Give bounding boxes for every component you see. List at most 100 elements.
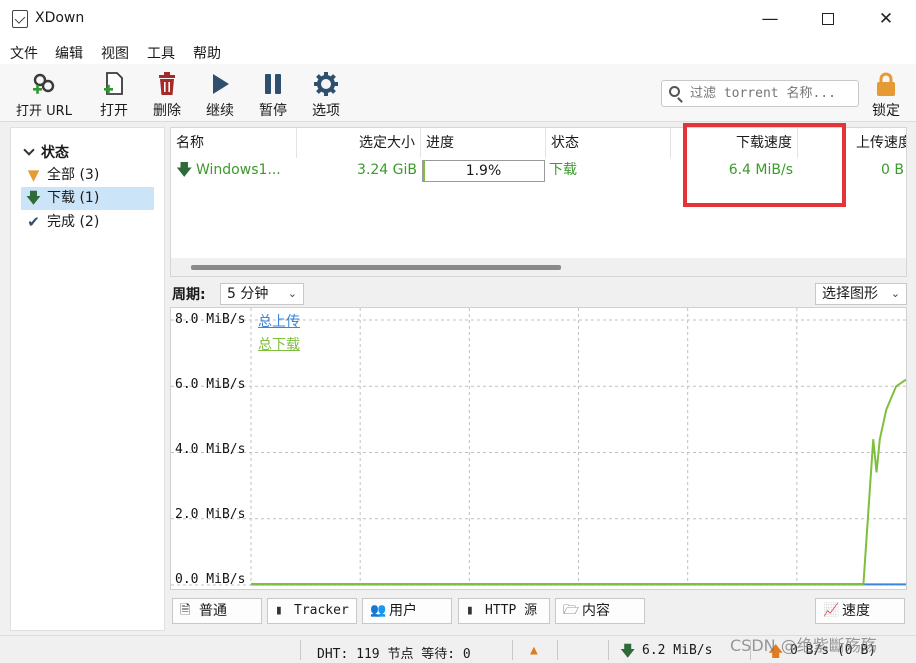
status-separator	[512, 640, 513, 660]
menu-view[interactable]: 视图	[101, 43, 129, 63]
horizontal-scrollbar[interactable]	[171, 258, 906, 276]
menu-tools[interactable]: 工具	[147, 43, 175, 63]
sidebar-item-downloading[interactable]: 🡇 下载 (1)	[21, 187, 154, 210]
lock-label: 锁定	[872, 103, 900, 119]
sidebar-item-label: 全部 (3)	[47, 167, 100, 183]
y-tick-label: 4.0 MiB/s	[175, 442, 246, 457]
open-button[interactable]: 打开	[86, 70, 142, 120]
column-header-upload-speed[interactable]: 上传速度	[851, 128, 906, 158]
download-speed-highlight	[683, 123, 846, 207]
connection-status-icon[interactable]: ▲	[530, 643, 538, 658]
close-button[interactable]: ✕	[857, 0, 915, 38]
tab-speed[interactable]: 📈 速度	[815, 598, 905, 624]
column-header-size[interactable]: 选定大小	[297, 128, 421, 158]
tab-label: 用户	[389, 603, 417, 619]
tab-label: HTTP 源	[485, 603, 538, 618]
period-label: 周期:	[172, 287, 206, 303]
menu-help[interactable]: 帮助	[193, 43, 221, 63]
funnel-icon: ▼	[27, 166, 40, 184]
torrent-progress-bar: 1.9%	[422, 160, 545, 182]
menu-edit[interactable]: 编辑	[55, 43, 83, 63]
tracker-icon: ▮	[275, 603, 283, 618]
resume-label: 继续	[206, 103, 234, 119]
status-separator	[557, 640, 558, 660]
torrent-progress-text: 1.9%	[465, 163, 502, 179]
status-separator	[608, 640, 609, 660]
chevron-down-icon	[23, 144, 35, 156]
status-sidebar: 状态 ▼ 全部 (3) 🡇 下载 (1) ✔ 完成 (2)	[10, 127, 165, 631]
tab-label: 内容	[582, 603, 610, 619]
search-icon	[669, 86, 680, 97]
speed-graph: 8.0 MiB/s 6.0 MiB/s 4.0 MiB/s 2.0 MiB/s …	[170, 307, 907, 590]
maximize-button[interactable]	[799, 0, 857, 38]
y-tick-label: 0.0 MiB/s	[175, 572, 246, 587]
sidebar-header[interactable]: 状态	[23, 142, 69, 162]
scrollbar-thumb[interactable]	[191, 265, 561, 270]
filter-input[interactable]	[690, 84, 855, 103]
gear-icon	[312, 70, 340, 98]
period-select[interactable]: 5 分钟 ⌄	[220, 283, 304, 305]
window-title: XDown	[35, 10, 85, 26]
play-icon	[206, 70, 234, 98]
tab-label: Tracker	[294, 603, 349, 618]
tab-content[interactable]: 🗁 内容	[555, 598, 645, 624]
checkmark-icon: ✔	[27, 213, 40, 231]
file-add-icon	[100, 70, 128, 98]
period-select-value: 5 分钟	[227, 286, 269, 302]
sidebar-item-label: 下载 (1)	[47, 190, 100, 206]
menu-file[interactable]: 文件	[10, 43, 38, 63]
graph-select[interactable]: 选择图形 ⌄	[815, 283, 907, 305]
torrent-name: Windows1...	[196, 162, 281, 178]
tab-general[interactable]: 🗎 普通	[172, 598, 262, 624]
link-icon	[30, 70, 58, 98]
torrent-size: 3.24 GiB	[357, 162, 417, 178]
tab-label: 速度	[842, 603, 870, 619]
torrent-progress-fill	[423, 161, 426, 181]
maximize-icon	[822, 13, 834, 25]
options-button[interactable]: 选项	[298, 70, 354, 120]
column-header-name[interactable]: 名称	[171, 128, 297, 158]
pause-icon	[259, 70, 287, 98]
open-url-button[interactable]: 打开 URL	[12, 70, 76, 120]
resume-button[interactable]: 继续	[192, 70, 248, 120]
open-label: 打开	[100, 103, 128, 119]
graph-select-value: 选择图形	[822, 286, 878, 302]
legend-download[interactable]: 总下载	[258, 334, 300, 354]
title-bar: XDown — ✕	[0, 0, 916, 38]
speed-chart-icon: 📈	[823, 603, 840, 618]
status-separator	[300, 640, 301, 660]
options-label: 选项	[312, 103, 340, 119]
chevron-down-icon: ⌄	[287, 287, 297, 300]
y-tick-label: 8.0 MiB/s	[175, 312, 246, 327]
http-icon: ▮	[466, 603, 474, 618]
sidebar-item-all[interactable]: ▼ 全部 (3)	[21, 164, 154, 187]
details-tab-bar: 🗎 普通 ▮ Tracker 👥 用户 ▮ HTTP 源 🗁 内容 📈 速度	[170, 596, 907, 626]
legend-upload[interactable]: 总上传	[258, 311, 300, 331]
lock-button[interactable]: 锁定	[860, 70, 912, 120]
close-icon: ✕	[878, 9, 894, 29]
sidebar-item-completed[interactable]: ✔ 完成 (2)	[21, 211, 154, 234]
download-arrow-icon: 🡇	[620, 642, 636, 660]
y-tick-label: 6.0 MiB/s	[175, 377, 246, 392]
torrent-status: 下载	[549, 162, 577, 178]
pause-button[interactable]: 暂停	[245, 70, 301, 120]
delete-button[interactable]: 删除	[139, 70, 195, 120]
sidebar-item-label: 完成 (2)	[47, 214, 100, 230]
tab-peers[interactable]: 👥 用户	[362, 598, 452, 624]
tab-tracker[interactable]: ▮ Tracker	[267, 598, 357, 624]
column-header-progress[interactable]: 进度	[421, 128, 546, 158]
chevron-down-icon: ⌄	[890, 287, 900, 300]
tab-label: 普通	[199, 603, 227, 619]
app-logo-icon	[12, 10, 28, 28]
download-arrow-icon: 🡇	[176, 160, 193, 179]
status-download-speed[interactable]: 6.2 MiB/s	[642, 643, 712, 658]
filter-box	[661, 80, 859, 107]
toolbar: 打开 URL 打开 删除 继续 暂停 选项 过滤 torrent 名称... 锁…	[0, 64, 916, 122]
users-icon: 👥	[370, 603, 387, 618]
menu-bar: 文件 编辑 视图 工具 帮助	[0, 38, 916, 64]
column-header-status[interactable]: 状态	[546, 128, 671, 158]
trash-icon	[153, 70, 181, 98]
tab-http-sources[interactable]: ▮ HTTP 源	[458, 598, 550, 624]
watermark: CSDN @绝紫斷殇殇	[730, 636, 877, 655]
minimize-button[interactable]: —	[741, 0, 799, 38]
